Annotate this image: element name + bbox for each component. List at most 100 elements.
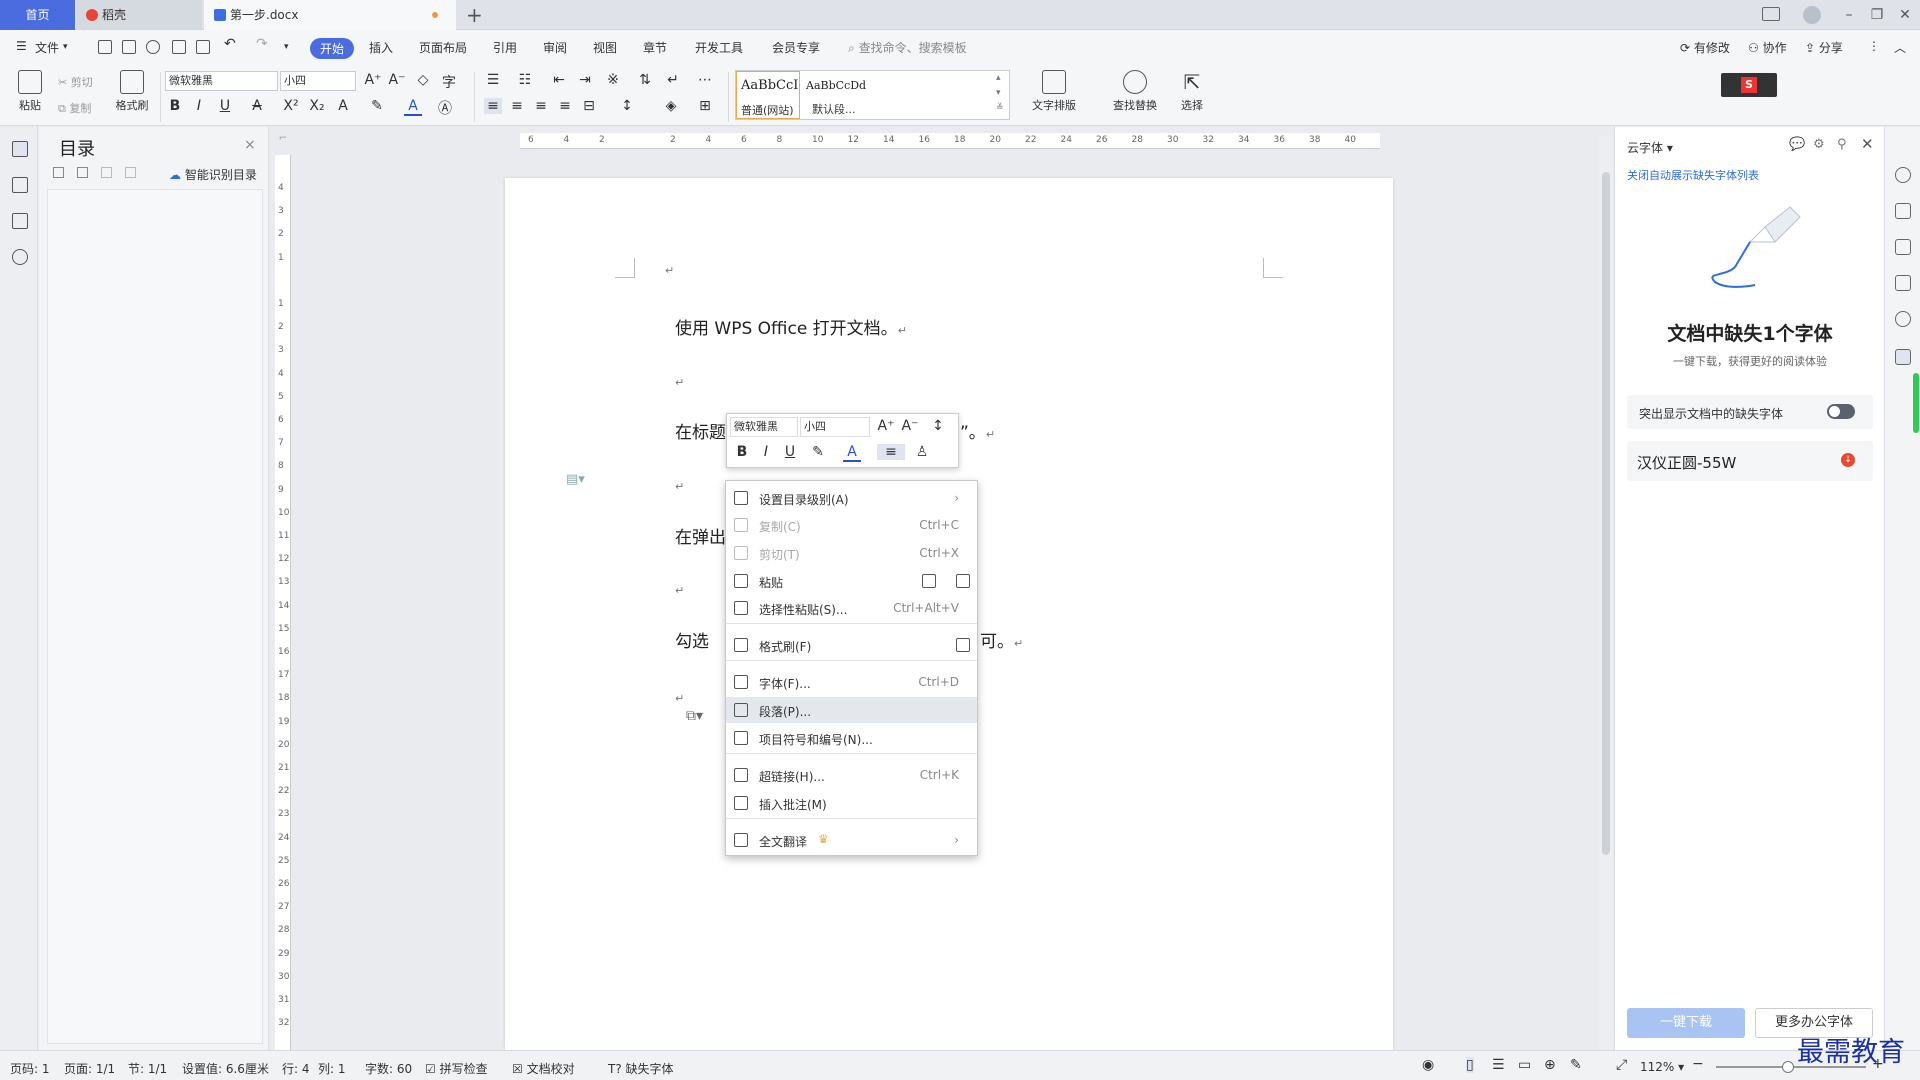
select-button[interactable]: ⇱ 选择 xyxy=(1172,70,1212,113)
increase-indent-icon[interactable]: ⇥ xyxy=(576,72,594,88)
paste-keep-format-icon[interactable] xyxy=(922,574,936,588)
share-button[interactable]: ⇪ 分享 xyxy=(1805,39,1843,56)
avatar[interactable] xyxy=(1803,6,1821,24)
italic-icon[interactable]: I xyxy=(190,98,208,114)
decrease-indent-icon[interactable]: ⇤ xyxy=(550,72,568,88)
eye-protect-icon[interactable]: ◉ xyxy=(1422,1057,1434,1073)
tab-stop-selector-icon[interactable]: ⌐ xyxy=(275,133,291,149)
expand-all-icon[interactable] xyxy=(53,167,64,178)
menu-developer[interactable]: 开发工具 xyxy=(695,39,743,56)
find-replace-button[interactable]: 查找替换 xyxy=(1104,70,1166,113)
more-options-icon[interactable]: ⋮ xyxy=(1868,39,1880,53)
subscript-icon[interactable]: X₂ xyxy=(308,98,326,114)
chevron-down-icon[interactable]: ▾ xyxy=(63,42,68,52)
paste-button[interactable]: 粘贴 xyxy=(12,70,48,113)
status-col[interactable]: 列: 1 xyxy=(318,1060,346,1077)
web-view-icon[interactable]: ⊕ xyxy=(1544,1057,1556,1073)
modified-button[interactable]: ⟳ 有修改 xyxy=(1680,39,1730,56)
chinese-layout-icon[interactable]: ※ xyxy=(604,72,622,88)
window-layout-icon[interactable] xyxy=(1762,7,1780,21)
hamburger-icon[interactable]: ☰ xyxy=(16,39,27,53)
restore-icon[interactable]: ❐ xyxy=(1862,0,1892,30)
collaborate-button[interactable]: ⚇ 协作 xyxy=(1748,39,1787,56)
menu-item-paragraph[interactable]: 段落(P)... xyxy=(726,697,977,723)
superscript-icon[interactable]: X² xyxy=(282,98,300,114)
bold-icon[interactable]: B xyxy=(733,444,751,460)
add-level-icon[interactable] xyxy=(101,167,112,178)
paste-options-icon[interactable]: ▤▾ xyxy=(566,472,585,487)
gear-icon[interactable]: ⚙ xyxy=(1813,137,1825,152)
show-marks-icon[interactable]: ↵ xyxy=(664,72,682,88)
menu-file[interactable]: 文件 xyxy=(35,39,59,56)
undo-icon[interactable]: ↶ xyxy=(224,36,236,52)
new-tab-plus-icon[interactable]: + xyxy=(466,3,483,27)
menu-review[interactable]: 审阅 xyxy=(543,39,567,56)
cut-button[interactable]: ✂ 剪切 xyxy=(58,74,93,90)
cursor-icon[interactable] xyxy=(1895,239,1911,255)
clipboard-paste-icon[interactable]: ⧉▾ xyxy=(686,708,703,724)
menu-item-paste[interactable]: 粘贴 xyxy=(726,568,977,594)
panel-title[interactable]: 云字体 ▾ xyxy=(1627,139,1673,156)
highlight-icon[interactable]: ✎ xyxy=(809,444,827,460)
vertical-scrollbar[interactable] xyxy=(1599,136,1613,1050)
feedback-icon[interactable]: 💬 xyxy=(1789,137,1805,152)
status-words[interactable]: 字数: 60 xyxy=(365,1060,412,1077)
style-scroll-down-icon[interactable]: ▾ xyxy=(996,88,1001,98)
menu-item-toc-level[interactable]: 设置目录级别(A) › xyxy=(726,485,977,511)
page-view-icon[interactable]: ▯ xyxy=(1466,1057,1474,1073)
menu-chapter[interactable]: 章节 xyxy=(643,39,667,56)
underline-icon[interactable]: U xyxy=(216,98,234,114)
tab-marks-icon[interactable]: ⋯ xyxy=(696,72,714,88)
distributed-icon[interactable]: ⊟ xyxy=(580,98,598,114)
font-name-select[interactable]: 微软雅黑 xyxy=(165,71,278,91)
format-painter-icon[interactable]: ♙ xyxy=(913,444,931,460)
doc-line-2-left[interactable]: 在标题 xyxy=(675,418,726,443)
spell-check-button[interactable]: ☑ 拼写检查 xyxy=(425,1060,488,1077)
bookmark-icon[interactable] xyxy=(12,213,28,229)
menu-item-bullets-numbering[interactable]: 项目符号和编号(N)... xyxy=(726,725,977,751)
reading-view-icon[interactable]: ▭ xyxy=(1518,1057,1531,1073)
minimize-icon[interactable]: – xyxy=(1834,0,1864,30)
customize-quick-access-icon[interactable]: ▾ xyxy=(284,42,289,52)
write-view-icon[interactable]: ✎ xyxy=(1570,1057,1582,1073)
toc-panel-icon[interactable] xyxy=(12,141,28,157)
shrink-font-icon[interactable]: A⁻ xyxy=(901,418,919,434)
menu-item-full-translate[interactable]: 全文翻译 › ♛ xyxy=(726,827,977,853)
doc-proof-button[interactable]: ☒ 文档校对 xyxy=(512,1060,575,1077)
font-size-select[interactable]: 小四 xyxy=(280,71,356,91)
bullet-list-icon[interactable]: ☰ xyxy=(484,72,502,88)
help-icon[interactable] xyxy=(1895,311,1911,327)
highlight-missing-toggle[interactable] xyxy=(1827,404,1855,419)
phonetic-icon[interactable]: 字 xyxy=(440,72,458,92)
sort-icon[interactable]: ⇅ xyxy=(636,72,654,88)
font-color-icon[interactable]: A xyxy=(843,444,861,462)
close-icon[interactable]: ✕ xyxy=(1890,0,1920,30)
download-badge-icon[interactable]: ↓ xyxy=(1841,453,1855,467)
close-auto-show-link[interactable]: 关闭自动展示缺失字体列表 xyxy=(1627,167,1759,183)
align-icon[interactable]: ≡ xyxy=(877,444,905,460)
new-doc-icon[interactable] xyxy=(98,40,112,54)
status-row[interactable]: 行: 4 xyxy=(282,1060,310,1077)
font-color-icon[interactable]: A xyxy=(404,98,422,116)
menu-item-copy[interactable]: 复制(C) Ctrl+C xyxy=(726,512,977,538)
save-icon[interactable] xyxy=(122,40,136,54)
menu-item-insert-comment[interactable]: 插入批注(M) xyxy=(726,790,977,816)
status-page[interactable]: 页面: 1/1 xyxy=(64,1060,115,1077)
grow-font-icon[interactable]: A⁺ xyxy=(364,72,382,88)
align-center-icon[interactable]: ≡ xyxy=(508,98,526,114)
menu-item-hyperlink[interactable]: 超链接(H)... Ctrl+K xyxy=(726,762,977,788)
print-preview-icon[interactable] xyxy=(196,40,210,54)
highlight-icon[interactable]: ✎ xyxy=(368,98,386,114)
borders-icon[interactable]: ⊞ xyxy=(696,98,714,114)
menu-references[interactable]: 引用 xyxy=(493,39,517,56)
status-section[interactable]: 节: 1/1 xyxy=(128,1060,167,1077)
collapse-ribbon-icon[interactable]: ︿ xyxy=(1894,39,1906,56)
menu-item-cut[interactable]: 剪切(T) Ctrl+X xyxy=(726,540,977,566)
menu-item-format-painter[interactable]: 格式刷(F) xyxy=(726,632,977,658)
style-gallery[interactable]: AaBbCcI 普通(网站) AaBbCcDd 默认段... ▴ ▾ ≚ xyxy=(735,70,1010,120)
menu-page-layout[interactable]: 页面布局 xyxy=(419,39,467,56)
style-scroll-up-icon[interactable]: ▴ xyxy=(996,73,1001,83)
smart-toc-button[interactable]: ☁ 智能识别目录 xyxy=(169,166,257,183)
style-default-paragraph[interactable]: AaBbCcDd 默认段... xyxy=(804,71,884,119)
mini-font-select[interactable]: 微软雅黑 xyxy=(730,417,798,437)
